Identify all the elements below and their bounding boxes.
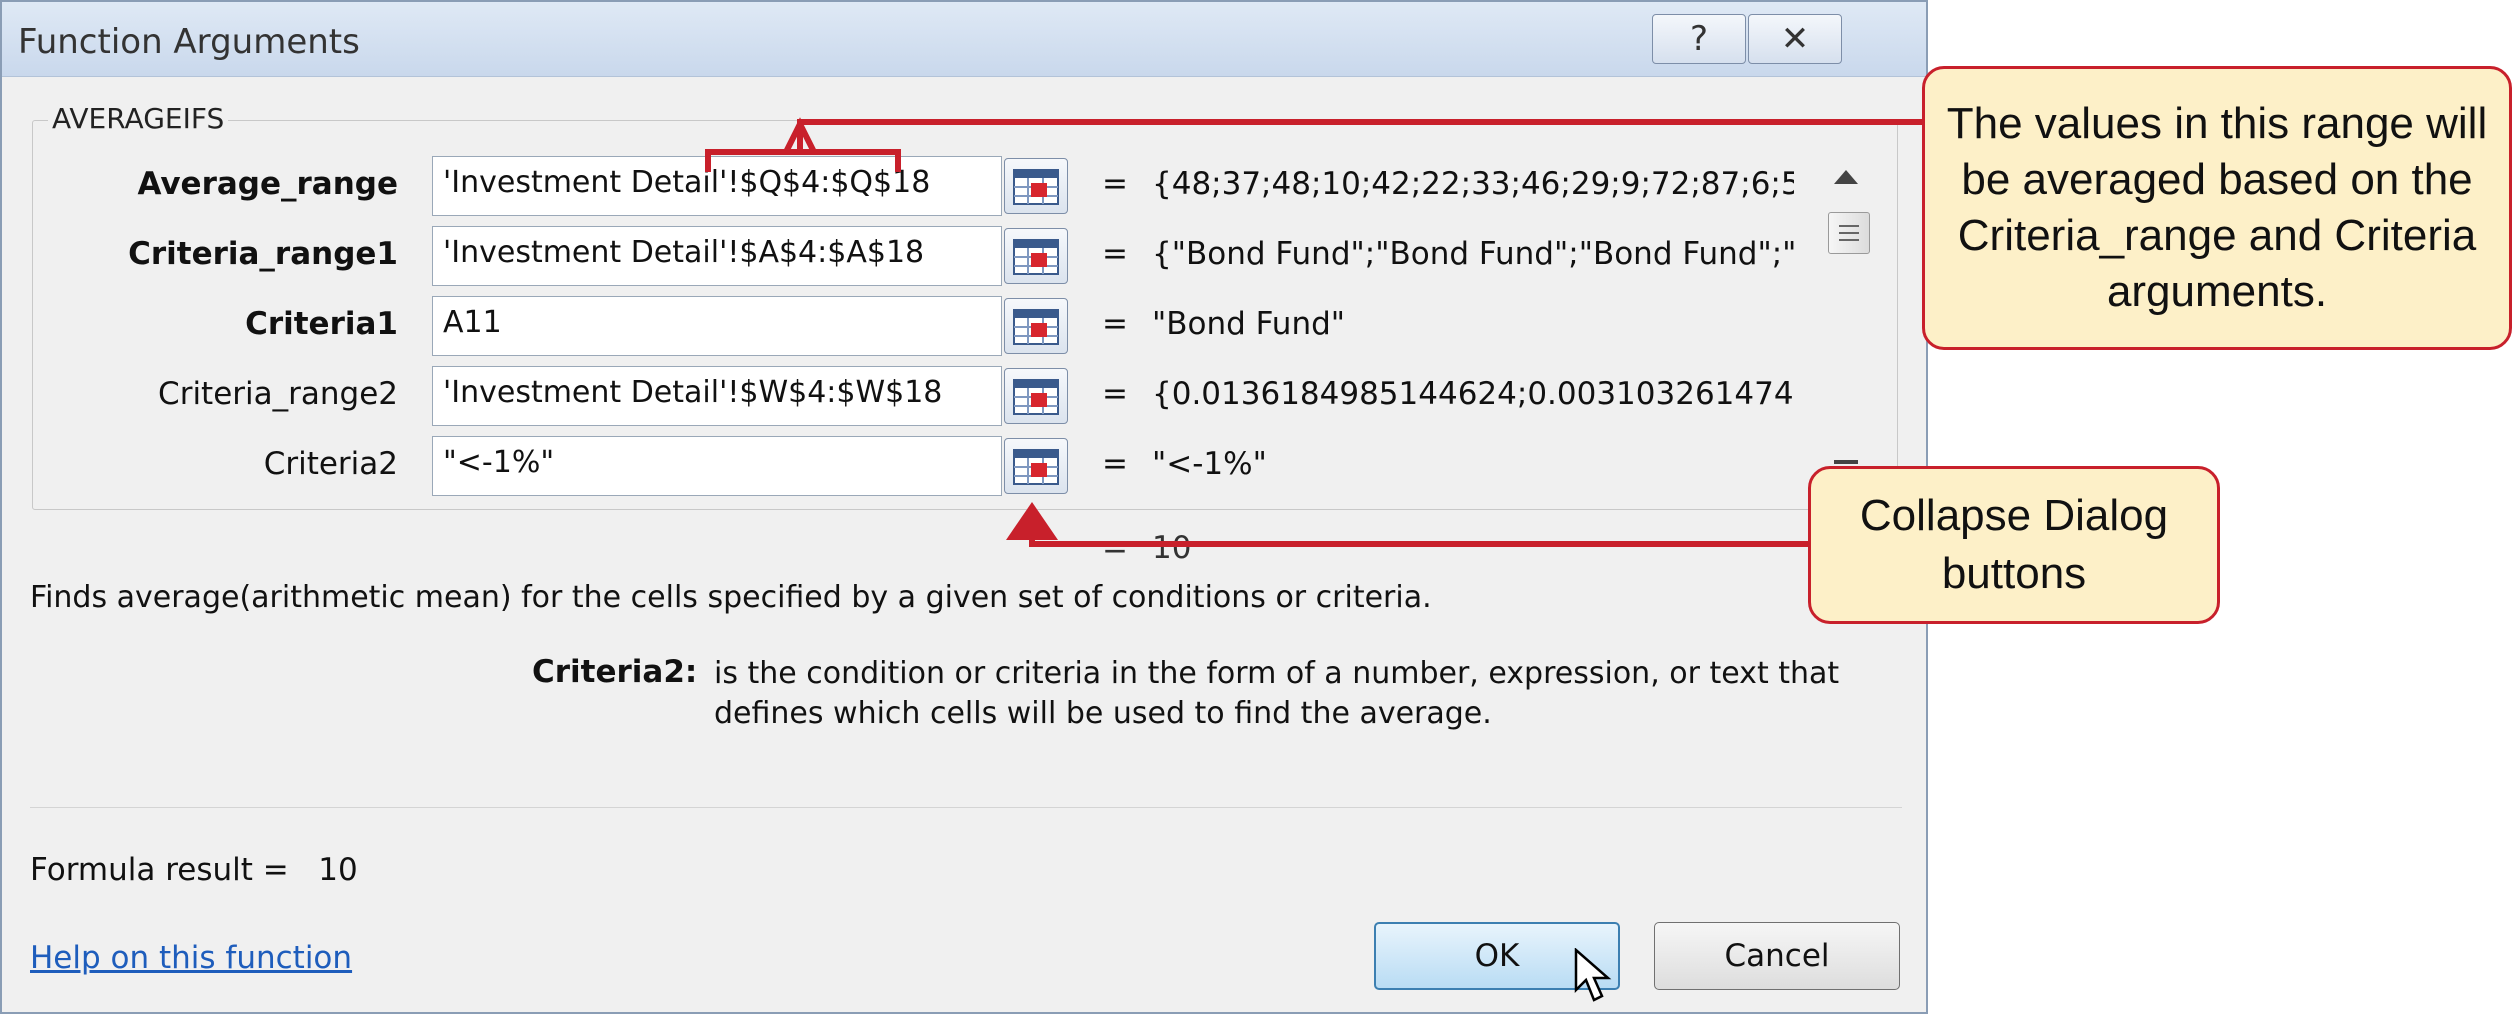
scroll-thumb[interactable] <box>1828 212 1870 254</box>
close-button[interactable]: ✕ <box>1748 14 1842 64</box>
arg-label: Criteria_range1 <box>128 236 398 272</box>
equals-sign: = <box>1102 446 1128 482</box>
arg-label: Criteria2 <box>263 446 398 482</box>
help-on-function-link[interactable]: Help on this function <box>30 940 352 976</box>
scroll-down-arrow-icon[interactable] <box>1834 460 1858 464</box>
help-button[interactable]: ? <box>1652 14 1746 64</box>
divider <box>30 807 1902 808</box>
criteria2-input[interactable]: "<-1%" <box>432 436 1002 496</box>
dialog-title: Function Arguments <box>18 22 360 62</box>
scroll-up-arrow-icon[interactable] <box>1834 170 1858 184</box>
arg-evaluated-value: {0.0136184985144624;0.0031032614740556 <box>1152 376 1794 412</box>
close-icon: ✕ <box>1780 19 1810 59</box>
arg-evaluated-value: "<-1%" <box>1152 446 1267 482</box>
formula-result: Formula result = 10 <box>30 852 358 888</box>
arg-row-average-range: Average_range 'Investment Detail'!$Q$4:$… <box>2 156 1930 216</box>
criteria1-input[interactable]: A11 <box>432 296 1002 356</box>
average-range-input[interactable]: 'Investment Detail'!$Q$4:$Q$18 <box>432 156 1002 216</box>
collapse-dialog-button[interactable] <box>1004 228 1068 284</box>
equals-sign: = <box>1102 376 1128 412</box>
equals-sign: = <box>1102 306 1128 342</box>
function-arguments-dialog: Function Arguments ? ✕ AVERAGEIFS Averag… <box>0 0 1928 1014</box>
collapse-dialog-icon <box>1013 309 1059 345</box>
arg-row-criteria2: Criteria2 "<-1%" = "<-1%" <box>2 436 1930 496</box>
collapse-dialog-button[interactable] <box>1004 438 1068 494</box>
arguments-scrollbar[interactable] <box>1820 160 1880 500</box>
collapse-dialog-icon <box>1013 239 1059 275</box>
cancel-button[interactable]: Cancel <box>1654 922 1900 990</box>
collapse-dialog-icon <box>1013 169 1059 205</box>
question-mark-icon: ? <box>1689 19 1709 59</box>
collapse-dialog-button[interactable] <box>1004 158 1068 214</box>
function-result-value: 10 <box>1152 530 1192 566</box>
arg-evaluated-value: {"Bond Fund";"Bond Fund";"Bond Fund";"Bo… <box>1152 236 1794 272</box>
result-equals-sign: = <box>1102 530 1128 566</box>
arg-row-criteria-range1: Criteria_range1 'Investment Detail'!$A$4… <box>2 226 1930 286</box>
arg-row-criteria1: Criteria1 A11 = "Bond Fund" <box>2 296 1930 356</box>
equals-sign: = <box>1102 166 1128 202</box>
title-bar[interactable]: Function Arguments ? ✕ <box>2 2 1926 77</box>
collapse-dialog-button[interactable] <box>1004 368 1068 424</box>
equals-sign: = <box>1102 236 1128 272</box>
arg-label: Criteria_range2 <box>158 376 398 412</box>
collapse-dialog-icon <box>1013 379 1059 415</box>
arg-evaluated-value: {48;37;48;10;42;22;33;46;29;9;72;87;6;50… <box>1152 166 1794 202</box>
param-help-name: Criteria2: <box>532 654 698 690</box>
collapse-dialog-callout: Collapse Dialog buttons <box>1808 466 2220 624</box>
range-callout: The values in this range will be average… <box>1922 66 2512 350</box>
collapse-dialog-button[interactable] <box>1004 298 1068 354</box>
function-name-label: AVERAGEIFS <box>48 102 229 135</box>
param-help-text: is the condition or criteria in the form… <box>714 656 1840 731</box>
criteria-range1-input[interactable]: 'Investment Detail'!$A$4:$A$18 <box>432 226 1002 286</box>
arg-evaluated-value: "Bond Fund" <box>1152 306 1346 342</box>
mouse-pointer-icon <box>1574 948 1612 1002</box>
collapse-dialog-icon <box>1013 449 1059 485</box>
arg-label: Criteria1 <box>245 306 398 342</box>
arg-row-criteria-range2: Criteria_range2 'Investment Detail'!$W$4… <box>2 366 1930 426</box>
arg-label: Average_range <box>137 166 398 202</box>
criteria-range2-input[interactable]: 'Investment Detail'!$W$4:$W$18 <box>432 366 1002 426</box>
function-description: Finds average(arithmetic mean) for the c… <box>30 580 1432 615</box>
